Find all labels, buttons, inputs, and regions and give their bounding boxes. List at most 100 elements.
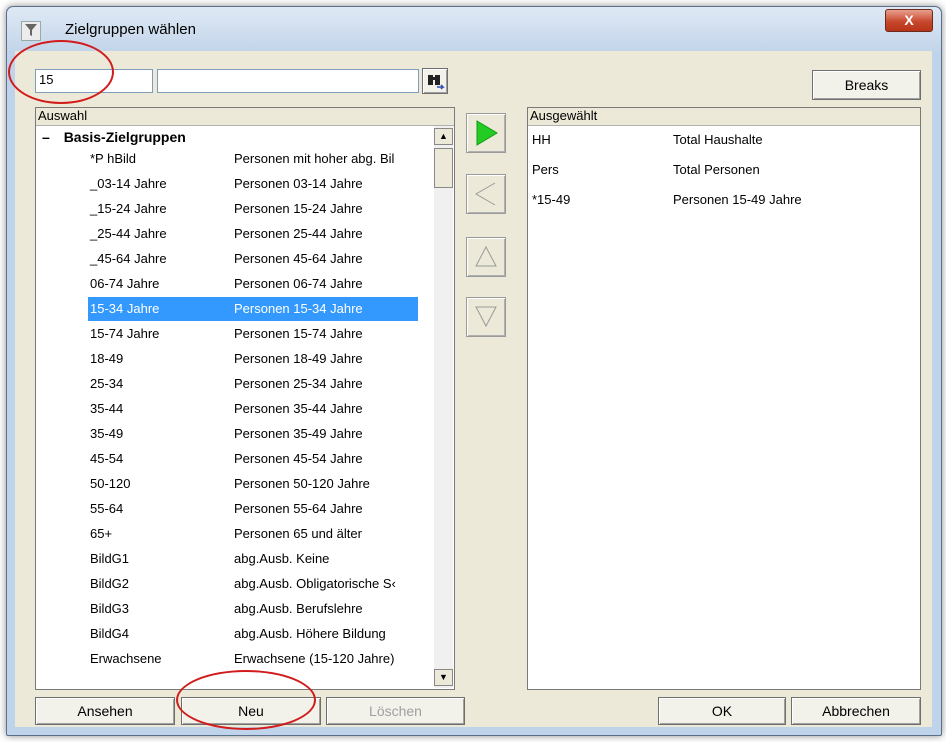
list-item[interactable]: _45-64 Jahre Personen 45-64 Jahre [88,247,418,271]
item-code: 15-74 Jahre [90,326,160,341]
selected-item-code: Pers [532,162,559,177]
item-description: Personen 45-64 Jahre [234,251,363,266]
item-description: Personen 65 und älter [234,526,362,541]
scroll-up-button[interactable]: ▲ [434,128,453,145]
list-item[interactable]: BildG3 abg.Ausb. Berufslehre [88,597,418,621]
item-description: Personen 35-44 Jahre [234,401,363,416]
item-code: Erwachsene [90,651,162,666]
selected-item-description: Personen 15-49 Jahre [673,192,802,207]
search-button[interactable] [422,68,448,94]
item-description: Personen 15-34 Jahre [234,301,363,316]
selected-item[interactable]: HH Total Haushalte [530,126,918,154]
item-code: _03-14 Jahre [90,176,167,191]
item-code: 15-34 Jahre [90,301,160,316]
selected-list-header: Ausgewählt [528,108,920,126]
left-arrow-icon [475,182,496,206]
item-code: 50-120 [90,476,131,491]
item-description: Personen 18-49 Jahre [234,351,363,366]
annotation-circle-neu [176,670,316,730]
ansehen-button[interactable]: Ansehen [35,697,175,725]
selected-item-description: Total Personen [673,162,760,177]
list-item[interactable]: *P hBild Personen mit hoher abg. Bil [88,147,418,171]
list-item[interactable]: 65+ Personen 65 und älter [88,522,418,546]
up-arrow-icon [475,245,497,267]
item-description: Personen 50-120 Jahre [234,476,370,491]
scroll-down-button[interactable]: ▼ [434,669,453,686]
list-item[interactable]: BildG1 abg.Ausb. Keine [88,547,418,571]
item-description: Personen 45-54 Jahre [234,451,363,466]
item-description: Personen 15-74 Jahre [234,326,363,341]
list-item[interactable]: BildG4 abg.Ausb. Höhere Bildung [88,622,418,646]
play-arrow-icon [476,120,498,146]
item-description: abg.Ausb. Höhere Bildung [234,626,386,641]
group-label: Basis-Zielgruppen [63,129,186,145]
item-code: 65+ [90,526,113,541]
item-description: Personen 25-44 Jahre [234,226,363,241]
list-item[interactable]: 15-34 Jahre Personen 15-34 Jahre [88,297,418,321]
list-item[interactable]: _15-24 Jahre Personen 15-24 Jahre [88,197,418,221]
item-code: _15-24 Jahre [90,201,167,216]
item-code: 25-34 [90,376,124,391]
item-description: Personen 35-49 Jahre [234,426,363,441]
selected-item-code: HH [532,132,551,147]
item-code: 45-54 [90,451,124,466]
filter-icon [21,21,41,41]
add-button[interactable] [466,113,506,153]
remove-button[interactable] [466,174,506,214]
selection-list-panel: Auswahl – Basis-Zielgruppen *P hBild Pers… [35,107,455,690]
collapse-toggle[interactable]: – [42,129,50,145]
item-description: Erwachsene (15-120 Jahre) [234,651,395,666]
close-button[interactable]: X [885,9,933,32]
list-item[interactable]: 25-34 Personen 25-34 Jahre [88,372,418,396]
list-item[interactable]: BildG2 abg.Ausb. Obligatorische S‹ [88,572,418,596]
list-item[interactable]: 35-44 Personen 35-44 Jahre [88,397,418,421]
item-code: BildG1 [90,551,130,566]
window-title: Zielgruppen wählen [65,21,196,38]
selected-item[interactable]: *15-49 Personen 15-49 Jahre [530,186,918,214]
list-item[interactable]: 35-49 Personen 35-49 Jahre [88,422,418,446]
group-row-basis[interactable]: – Basis-Zielgruppen [42,126,186,148]
item-code: *P hBild [90,151,137,166]
list-item[interactable]: _03-14 Jahre Personen 03-14 Jahre [88,172,418,196]
list-item[interactable]: 06-74 Jahre Personen 06-74 Jahre [88,272,418,296]
annotation-circle-search [8,40,114,104]
list-item[interactable]: _25-44 Jahre Personen 25-44 Jahre [88,222,418,246]
title-bar[interactable]: Zielgruppen wählen X [7,7,941,51]
list-item[interactable]: Erwachsene Erwachsene (15-120 Jahre) [88,647,418,671]
item-code: _45-64 Jahre [90,251,167,266]
item-code: BildG3 [90,601,130,616]
list-item[interactable]: 55-64 Personen 55-64 Jahre [88,497,418,521]
selected-item[interactable]: Pers Total Personen [530,156,918,184]
item-description: Personen 25-34 Jahre [234,376,363,391]
dialog-client-area: 15 Breaks Auswahl – Basis-Zielgruppen *P… [15,51,932,727]
move-up-button[interactable] [466,237,506,277]
ok-button[interactable]: OK [658,697,786,725]
item-code: BildG2 [90,576,130,591]
item-code: 06-74 Jahre [90,276,160,291]
item-code: 18-49 [90,351,124,366]
loeschen-button[interactable]: Löschen [326,697,465,725]
item-description: abg.Ausb. Berufslehre [234,601,363,616]
item-code: 35-49 [90,426,124,441]
selected-item-description: Total Haushalte [673,132,763,147]
binoculars-icon [428,75,445,90]
item-description: abg.Ausb. Keine [234,551,330,566]
list-item[interactable]: 18-49 Personen 18-49 Jahre [88,347,418,371]
item-description: Personen 55-64 Jahre [234,501,363,516]
item-code: BildG4 [90,626,130,641]
abbrechen-button[interactable]: Abbrechen [791,697,921,725]
breaks-button[interactable]: Breaks [812,70,921,100]
item-description: Personen 06-74 Jahre [234,276,363,291]
down-arrow-icon [475,306,497,328]
list-item[interactable]: 15-74 Jahre Personen 15-74 Jahre [88,322,418,346]
list-item[interactable]: 50-120 Personen 50-120 Jahre [88,472,418,496]
move-down-button[interactable] [466,297,506,337]
selected-item-code: *15-49 [532,192,571,207]
item-description: Personen mit hoher abg. Bil [234,151,395,166]
list-scrollbar[interactable]: ▲ ▼ [434,126,453,688]
item-code: 55-64 [90,501,124,516]
search-secondary-input[interactable] [157,69,419,93]
scroll-thumb[interactable] [434,148,453,188]
dialog-window: Zielgruppen wählen X 15 Breaks Auswahl –… [6,6,942,736]
list-item[interactable]: 45-54 Personen 45-54 Jahre [88,447,418,471]
